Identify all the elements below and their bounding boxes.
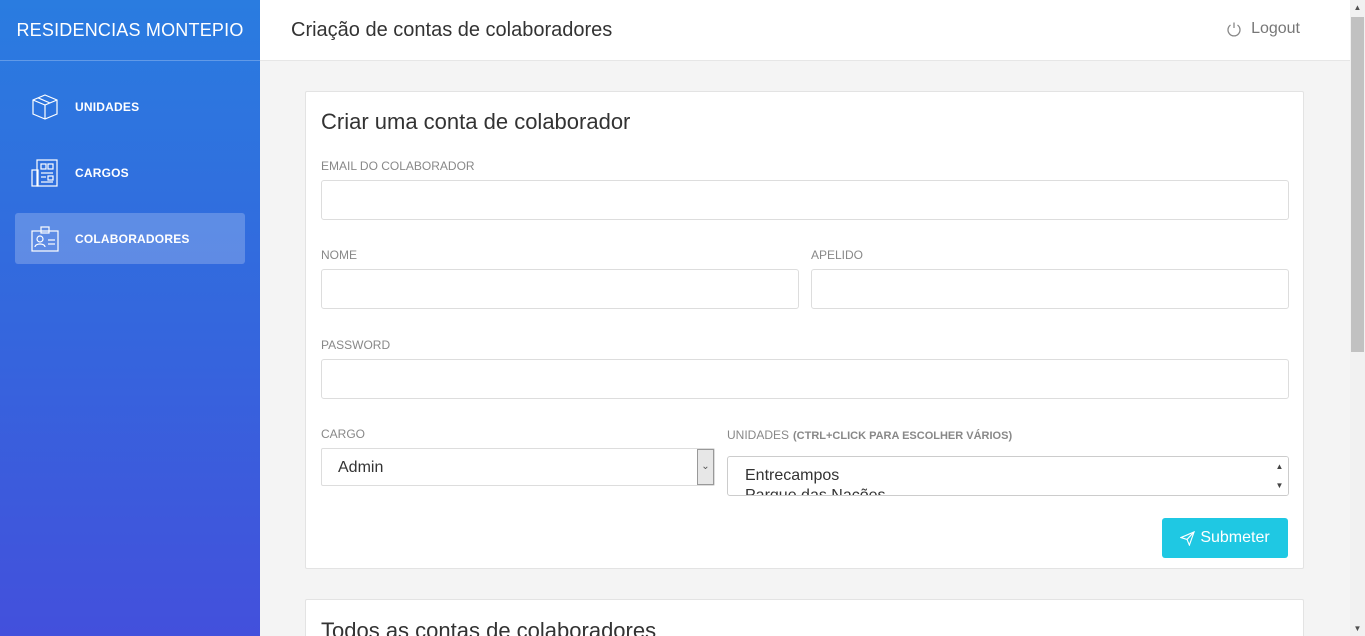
chevron-down-icon[interactable]: ⌄ — [697, 449, 714, 485]
power-icon — [1227, 22, 1241, 37]
logout-button[interactable]: Logout — [1226, 20, 1300, 38]
apelido-field[interactable] — [811, 269, 1289, 309]
send-icon — [1180, 530, 1196, 546]
scrollbar-thumb[interactable] — [1351, 17, 1364, 352]
sidebar-item-label: COLABORADORES — [75, 231, 190, 246]
create-account-card: Criar uma conta de colaborador EMAIL DO … — [305, 91, 1304, 569]
sidebar-item-colaboradores[interactable]: COLABORADORES — [15, 213, 245, 264]
cargo-label: CARGO — [321, 427, 366, 441]
id-card-icon — [30, 224, 60, 254]
submit-label: Submeter — [1200, 529, 1270, 546]
page-scrollbar[interactable]: ▲ ▼ — [1350, 0, 1365, 636]
email-field[interactable] — [321, 180, 1289, 220]
nome-field[interactable] — [321, 269, 799, 309]
unidades-multiselect[interactable]: Entrecampos Parque das Nações ▲ ▼ — [727, 456, 1289, 496]
password-label: PASSWORD — [321, 338, 391, 352]
submit-button[interactable]: Submeter — [1162, 518, 1288, 558]
unidades-label-row: UNIDADES (CTRL+CLICK PARA ESCOLHER VÁRIOS… — [727, 428, 1012, 442]
cube-icon — [30, 92, 60, 122]
sidebar-item-label: CARGOS — [75, 165, 129, 180]
brand-title: RESIDENCIAS MONTEPIO — [0, 0, 260, 61]
chevron-up-icon[interactable]: ▲ — [1271, 457, 1288, 476]
form-title: Criar uma conta de colaborador — [321, 109, 631, 134]
accounts-list-card: Todos as contas de colaboradores — [305, 599, 1304, 636]
header: Criação de contas de colaboradores Logou… — [260, 0, 1350, 61]
sidebar: RESIDENCIAS MONTEPIO UNIDADES CARGOS COL… — [0, 0, 260, 636]
email-label: EMAIL DO COLABORADOR — [321, 159, 475, 173]
sidebar-item-unidades[interactable]: UNIDADES — [15, 81, 245, 132]
page-title: Criação de contas de colaboradores — [291, 19, 613, 41]
scroll-up-icon[interactable]: ▲ — [1350, 0, 1365, 15]
sidebar-nav: UNIDADES CARGOS COLABORADORES — [0, 61, 260, 264]
logout-label: Logout — [1251, 20, 1300, 37]
scroll-down-icon[interactable]: ▼ — [1350, 621, 1365, 636]
chevron-down-icon[interactable]: ▼ — [1271, 476, 1288, 495]
apelido-label: APELIDO — [811, 248, 864, 262]
sidebar-item-cargos[interactable]: CARGOS — [15, 147, 245, 198]
unidades-option[interactable]: Entrecampos — [728, 466, 1288, 486]
cargo-selected-value: Admin — [338, 459, 384, 476]
list-title: Todos as contas de colaboradores — [321, 618, 657, 636]
unidades-option[interactable]: Parque das Nações — [728, 486, 1288, 495]
sidebar-item-label: UNIDADES — [75, 99, 140, 114]
nome-label: NOME — [321, 248, 357, 262]
cargo-select[interactable]: Admin ⌄ — [321, 448, 715, 486]
unidades-label: UNIDADES — [727, 428, 790, 442]
password-field[interactable] — [321, 359, 1289, 399]
building-icon — [30, 158, 60, 188]
unidades-hint: (CTRL+CLICK PARA ESCOLHER VÁRIOS) — [793, 430, 1013, 442]
multiselect-scrollbar[interactable]: ▲ ▼ — [1271, 457, 1288, 495]
